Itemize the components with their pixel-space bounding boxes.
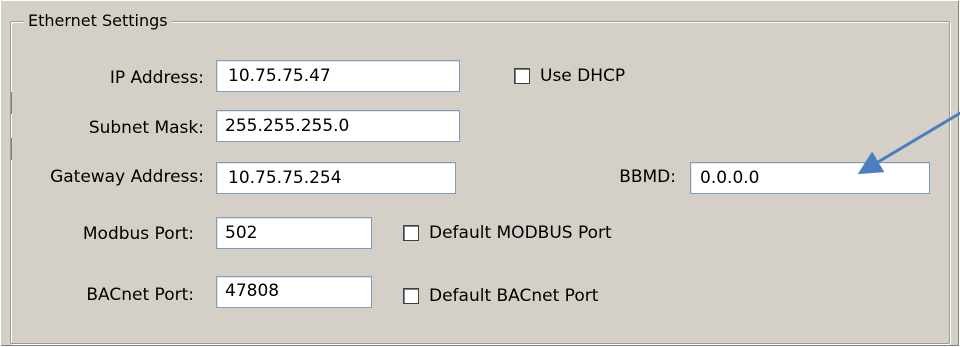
annotation-arrow-icon: [857, 111, 960, 175]
arrow-line: [857, 111, 960, 175]
